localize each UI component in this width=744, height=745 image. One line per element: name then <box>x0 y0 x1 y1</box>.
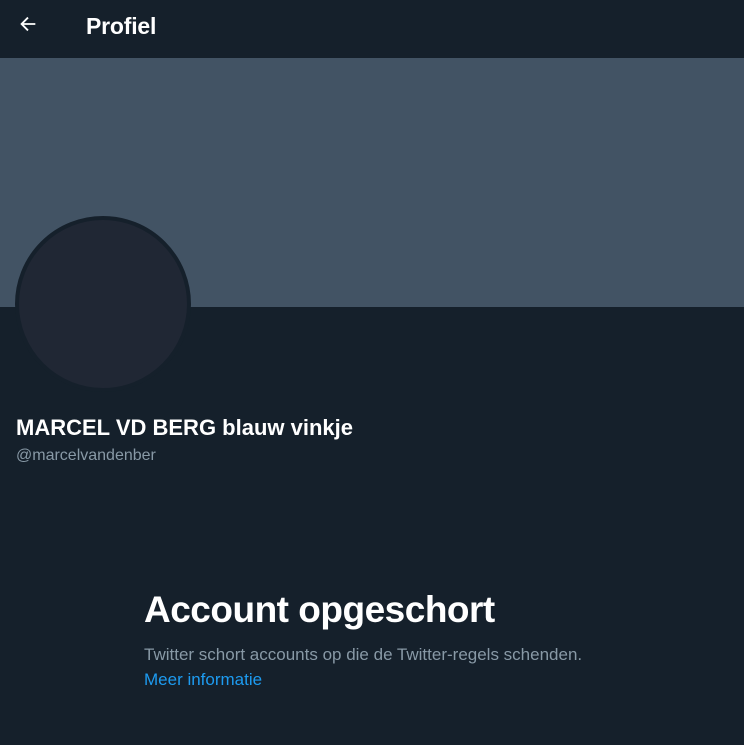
display-name: MARCEL VD BERG blauw vinkje <box>16 415 353 440</box>
profile-page: Profiel MARCEL VD BERG blauw vinkje @mar… <box>0 0 744 745</box>
page-title: Profiel <box>86 13 157 39</box>
avatar <box>15 216 191 392</box>
more-info-link[interactable]: Meer informatie <box>144 670 262 689</box>
user-handle: @marcelvandenber <box>16 447 156 464</box>
top-header: Profiel <box>0 0 744 53</box>
back-button[interactable] <box>10 8 46 44</box>
suspended-text: Twitter schort accounts op die de Twitte… <box>144 645 583 664</box>
suspended-description: Twitter schort accounts op die de Twitte… <box>144 642 584 692</box>
suspended-notice: Account opgeschort Twitter schort accoun… <box>144 588 584 692</box>
suspended-title: Account opgeschort <box>144 589 495 630</box>
arrow-left-icon <box>17 13 39 40</box>
